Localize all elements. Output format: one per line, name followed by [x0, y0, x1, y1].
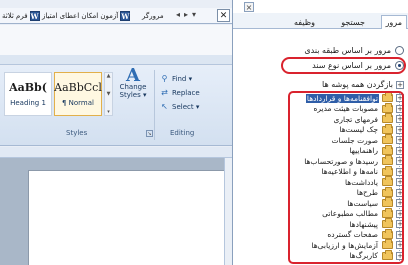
word-window: W فرم ثلاثة W آزمون امکان اعطای امتیاز م…	[0, 0, 232, 265]
group-divider	[154, 70, 155, 140]
taskbar-strip: W فرم ثلاثة W آزمون امکان اعطای امتیاز م…	[0, 8, 232, 24]
ribbon: AaBb( Heading 1 AaBbCcl ¶ Normal ▲ ▼ ▾ A…	[0, 66, 232, 146]
highlight-annotation	[288, 91, 404, 264]
document-page[interactable]	[28, 170, 226, 265]
taskbar-tab[interactable]: مرورگر	[140, 9, 166, 23]
change-styles-icon: A	[126, 65, 140, 86]
expand-icon[interactable]: +	[396, 80, 404, 89]
chevron-down-icon[interactable]: ▼	[107, 91, 111, 97]
ribbon-tab-row: ?	[0, 55, 232, 120]
replace-button[interactable]: ⇄ Replace	[160, 88, 200, 97]
cursor-icon: ↖	[161, 102, 168, 111]
radio-browse-by-category[interactable]: مرور بر اساس طبقه بندی	[304, 46, 404, 55]
taskbar-tab[interactable]: W آزمون امکان اعطای امتیاز	[40, 9, 132, 23]
replace-icon: ⇄	[161, 88, 168, 97]
editing-group-label: Editing	[170, 129, 195, 137]
dialog-launcher-icon[interactable]: ↘	[146, 130, 153, 137]
scroll-right-icon[interactable]: ▸	[184, 10, 188, 22]
dropdown-icon[interactable]: ▾	[192, 10, 196, 22]
styles-group-label: Styles	[66, 129, 88, 137]
styles-gallery-scroll[interactable]: ▲ ▼ ▾	[104, 72, 113, 116]
tab-navigation: ◂ ▸ ▾	[176, 10, 196, 22]
style-heading-1[interactable]: AaBb( Heading 1	[4, 72, 52, 116]
change-styles-button[interactable]: A Change Styles ▾	[115, 65, 151, 122]
navigation-pane: × مرور جستجو وظیفه مرور بر اساس طبقه بند…	[232, 0, 408, 265]
highlight-annotation	[281, 57, 406, 74]
ruler	[0, 147, 232, 158]
word-document-icon: W	[120, 11, 131, 21]
more-icon[interactable]: ▾	[107, 109, 110, 115]
close-icon[interactable]: ✕	[217, 9, 230, 22]
close-icon[interactable]: ×	[244, 2, 254, 12]
word-document-icon: W	[29, 11, 40, 21]
taskbar-tab[interactable]: W فرم ثلاثة	[0, 9, 42, 23]
select-button[interactable]: ↖ Select ▾	[160, 102, 199, 111]
menu-bar	[0, 25, 232, 55]
tab-search[interactable]: جستجو	[337, 15, 369, 29]
chevron-up-icon[interactable]: ▲	[107, 73, 111, 79]
tab-browse[interactable]: مرور	[380, 15, 407, 29]
tree-root[interactable]: + بازگردن همه پوشه ها	[322, 80, 404, 89]
find-button[interactable]: ⚲ Find ▾	[160, 74, 193, 83]
binoculars-icon: ⚲	[161, 74, 168, 83]
scroll-left-icon[interactable]: ◂	[176, 10, 180, 22]
style-normal[interactable]: AaBbCcl ¶ Normal	[54, 72, 102, 116]
document-area	[0, 158, 232, 265]
vertical-scrollbar[interactable]	[224, 158, 232, 265]
pane-tabs: مرور جستجو وظیفه	[233, 13, 408, 29]
radio-button[interactable]	[395, 46, 404, 55]
tab-task[interactable]: وظیفه	[290, 15, 319, 29]
